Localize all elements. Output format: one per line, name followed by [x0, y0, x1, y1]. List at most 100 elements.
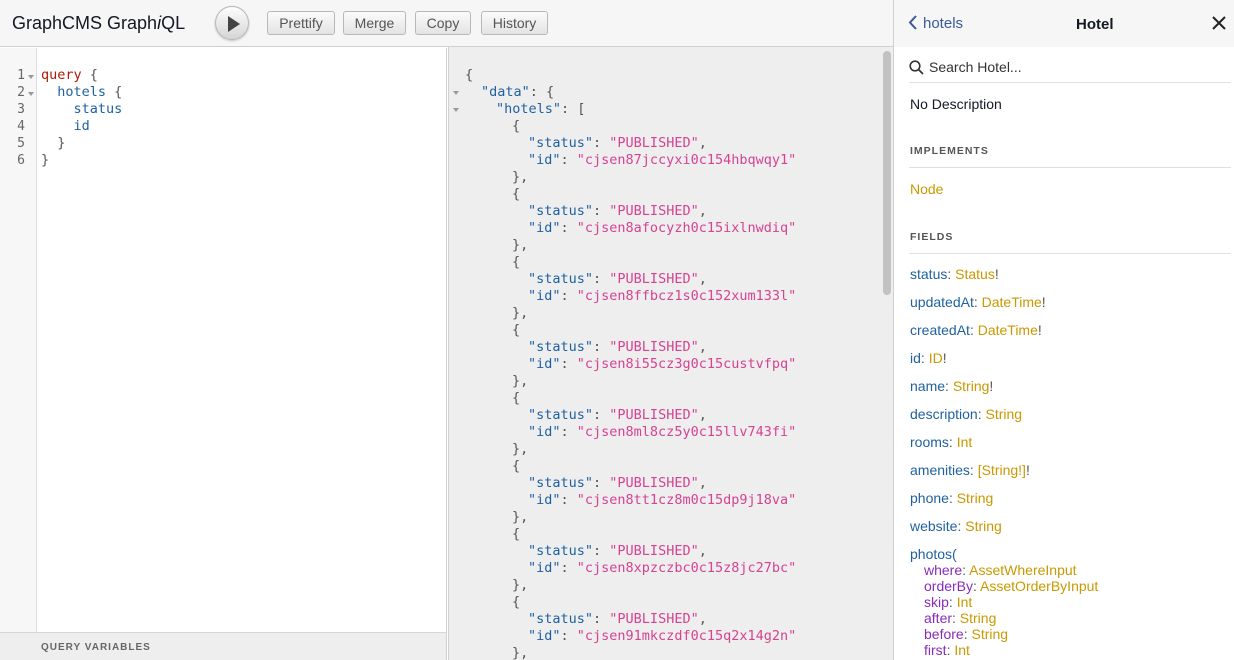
field-type-link[interactable]: Status: [955, 266, 995, 282]
argument-type-link[interactable]: String: [971, 626, 1008, 642]
colon: :: [973, 294, 982, 310]
result-line: "data": {: [481, 84, 554, 101]
argument-type-link[interactable]: Int: [957, 594, 973, 610]
fold-arrow-icon[interactable]: [453, 108, 459, 112]
history-button[interactable]: History: [481, 11, 548, 35]
field-name-link[interactable]: id: [910, 350, 921, 366]
fold-arrow-icon[interactable]: [28, 75, 34, 79]
fold-arrow-icon[interactable]: [453, 91, 459, 95]
field-item[interactable]: createdAt: DateTime!: [910, 322, 1042, 338]
field-name-link[interactable]: rooms: [910, 434, 949, 450]
implements-type-link[interactable]: Node: [910, 181, 943, 197]
punctuation: :: [560, 356, 577, 372]
punctuation: },: [512, 237, 529, 253]
punctuation: : {: [529, 84, 555, 100]
result-line: "status": "PUBLISHED",: [528, 475, 707, 492]
chevron-left-icon: [908, 15, 917, 30]
field-argument[interactable]: orderBy: AssetOrderByInput: [924, 578, 1098, 594]
field-type-link[interactable]: [String!]: [978, 462, 1026, 478]
field-type-link[interactable]: String: [953, 378, 990, 394]
docs-search-input[interactable]: [929, 57, 1219, 77]
field-item[interactable]: rooms: Int: [910, 434, 972, 450]
implements-heading: IMPLEMENTS: [910, 145, 989, 157]
copy-button[interactable]: Copy: [415, 11, 471, 35]
colon: :: [948, 434, 957, 450]
app-title-text: GraphCMS Graph: [12, 13, 158, 33]
field-name-link[interactable]: website: [910, 518, 957, 534]
field-name-link[interactable]: photos(: [910, 546, 957, 562]
field-argument[interactable]: before: String: [924, 626, 1008, 642]
json-string: "PUBLISHED": [609, 407, 699, 423]
field-item[interactable]: amenities: [String!]!: [910, 462, 1030, 478]
field-argument[interactable]: skip: Int: [924, 594, 972, 610]
field-argument[interactable]: first: Int: [924, 642, 970, 658]
field-name-link[interactable]: updatedAt: [910, 294, 974, 310]
docs-title: Hotel: [1076, 16, 1114, 33]
field-type-link[interactable]: DateTime: [978, 322, 1038, 338]
field-name-link[interactable]: amenities: [910, 462, 970, 478]
field-item[interactable]: status: Status!: [910, 266, 999, 282]
line-number: 3: [17, 102, 25, 117]
field-name-link[interactable]: phone: [910, 490, 949, 506]
punctuation: :: [560, 220, 577, 236]
argument-name: first: [924, 642, 947, 658]
argument-name: before: [924, 626, 964, 642]
field-name-link[interactable]: createdAt: [910, 322, 970, 338]
result-line: },: [512, 169, 528, 186]
docs-header: hotels Hotel: [894, 0, 1234, 47]
field-item[interactable]: id: ID!: [910, 350, 947, 366]
query-variables-bar[interactable]: QUERY VARIABLES: [0, 632, 447, 660]
result-scrollbar[interactable]: [883, 51, 891, 295]
docs-back-link[interactable]: hotels: [908, 15, 963, 32]
field-name-link[interactable]: status: [910, 266, 947, 282]
field-argument[interactable]: where: AssetWhereInput: [924, 562, 1077, 578]
json-string: "PUBLISHED": [609, 271, 699, 287]
app-title-tail: QL: [161, 13, 186, 33]
punctuation: }: [41, 152, 50, 168]
execute-query-button[interactable]: [215, 6, 249, 40]
argument-type-link[interactable]: Int: [954, 642, 970, 658]
json-string: "PUBLISHED": [609, 135, 699, 151]
field-type-link[interactable]: String: [957, 490, 994, 506]
field-item[interactable]: description: String: [910, 406, 1022, 422]
close-docs-button[interactable]: [1212, 16, 1226, 35]
result-line: },: [512, 509, 528, 526]
field-item[interactable]: phone: String: [910, 490, 993, 506]
json-key: "status": [528, 135, 594, 151]
result-line: "status": "PUBLISHED",: [528, 135, 707, 152]
field-item[interactable]: updatedAt: DateTime!: [910, 294, 1046, 310]
non-null-marker: !: [994, 266, 999, 282]
field-name-link[interactable]: name: [910, 378, 945, 394]
result-line: {: [512, 458, 520, 475]
fold-arrow-icon[interactable]: [28, 92, 34, 96]
punctuation: {: [81, 67, 98, 83]
field-item[interactable]: photos(: [910, 546, 957, 562]
field-item[interactable]: website: String: [910, 518, 1002, 534]
field-argument[interactable]: after: String: [924, 610, 996, 626]
punctuation: },: [512, 509, 529, 525]
field-type-link[interactable]: DateTime: [982, 294, 1042, 310]
json-key: "id": [528, 220, 561, 236]
field-type-link[interactable]: Int: [957, 434, 973, 450]
result-line: {: [512, 526, 520, 543]
field-name-link[interactable]: description: [910, 406, 978, 422]
merge-button[interactable]: Merge: [343, 11, 406, 35]
prettify-button[interactable]: Prettify: [267, 11, 335, 35]
query-editor[interactable]: query { hotels { status id }} 1 2 3 4 5 6: [0, 48, 447, 632]
code-line: id: [41, 118, 90, 135]
field-type-link[interactable]: ID: [929, 350, 943, 366]
json-string: "cjsen8i55cz3g0c15custvfpq": [576, 356, 797, 372]
argument-type-link[interactable]: String: [960, 610, 997, 626]
punctuation: },: [512, 577, 529, 593]
argument-name: orderBy: [924, 578, 974, 594]
field-item[interactable]: name: String!: [910, 378, 993, 394]
argument-type-link[interactable]: AssetWhereInput: [969, 562, 1076, 578]
colon: :: [948, 490, 957, 506]
field-type-link[interactable]: String: [985, 406, 1022, 422]
docs-explorer: hotels Hotel No Description IMPLEMENTS N…: [893, 0, 1234, 660]
json-string: "cjsen8afocyzh0c15ixlnwdiq": [576, 220, 797, 236]
argument-type-link[interactable]: AssetOrderByInput: [980, 578, 1098, 594]
punctuation: {: [512, 186, 521, 202]
result-line: {: [512, 594, 520, 611]
field-type-link[interactable]: String: [965, 518, 1002, 534]
